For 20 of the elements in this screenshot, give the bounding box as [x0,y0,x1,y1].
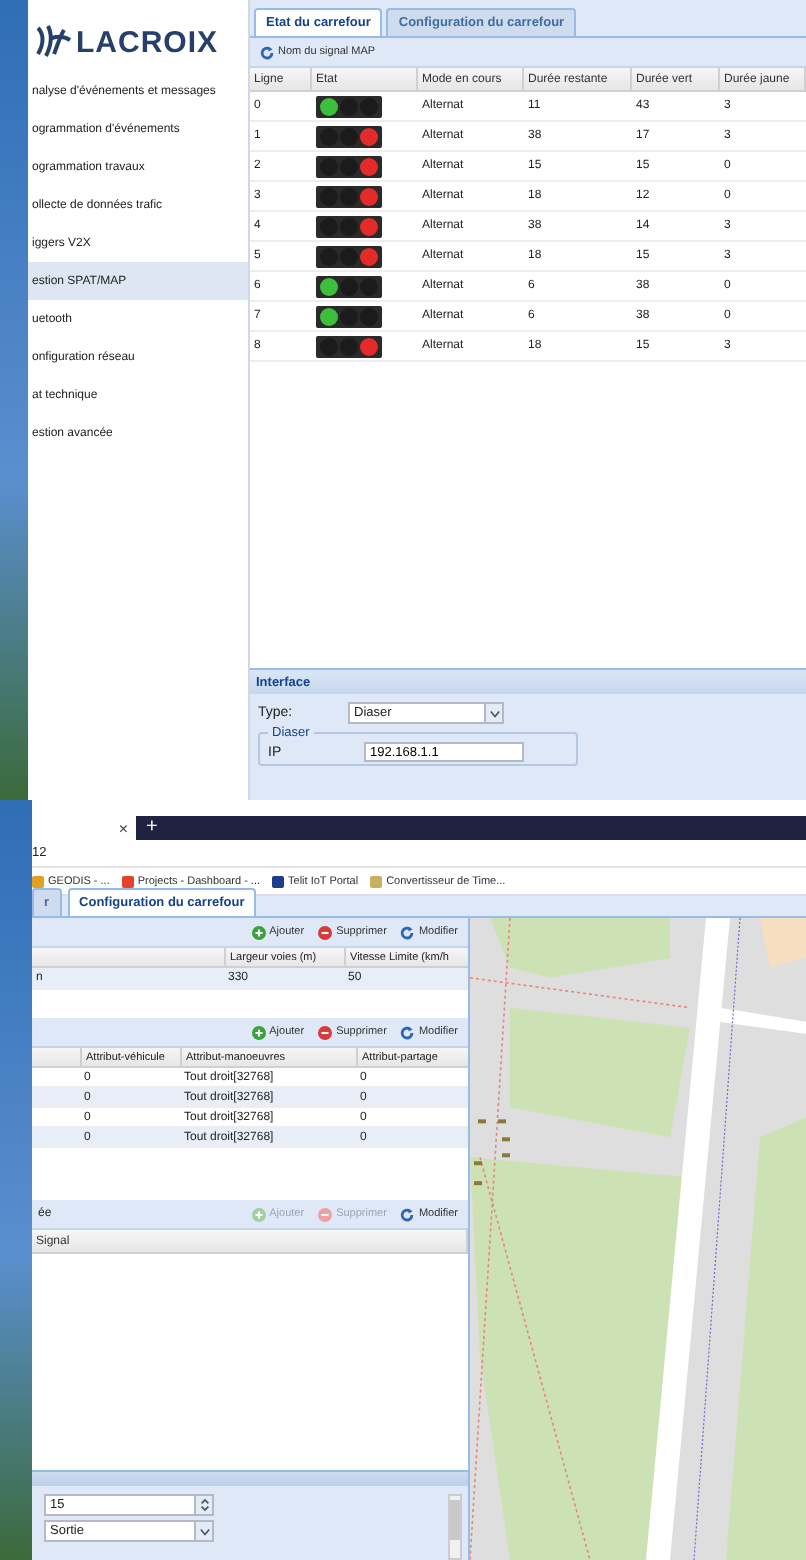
bookmark-icon [32,875,44,887]
add-icon [251,1207,266,1221]
scrollbar[interactable] [448,1494,462,1560]
logo-text: LACROIX [76,25,218,59]
bookmark-icon [272,875,285,887]
bookmark-icon [370,875,383,887]
close-tab-button[interactable]: × [118,819,128,837]
logo-icon [32,24,72,60]
new-tab-button[interactable]: + [146,818,158,838]
remove-icon [318,1207,333,1221]
add-icon [251,1025,266,1039]
refresh-icon [260,45,274,59]
remove-icon [318,925,333,939]
refresh-icon [400,925,415,939]
bookmark-icon [121,875,134,887]
add-icon [251,925,266,939]
spinner-icon [199,1498,209,1512]
refresh-icon [400,1025,415,1039]
remove-icon [318,1025,333,1039]
refresh-icon [400,1207,415,1221]
